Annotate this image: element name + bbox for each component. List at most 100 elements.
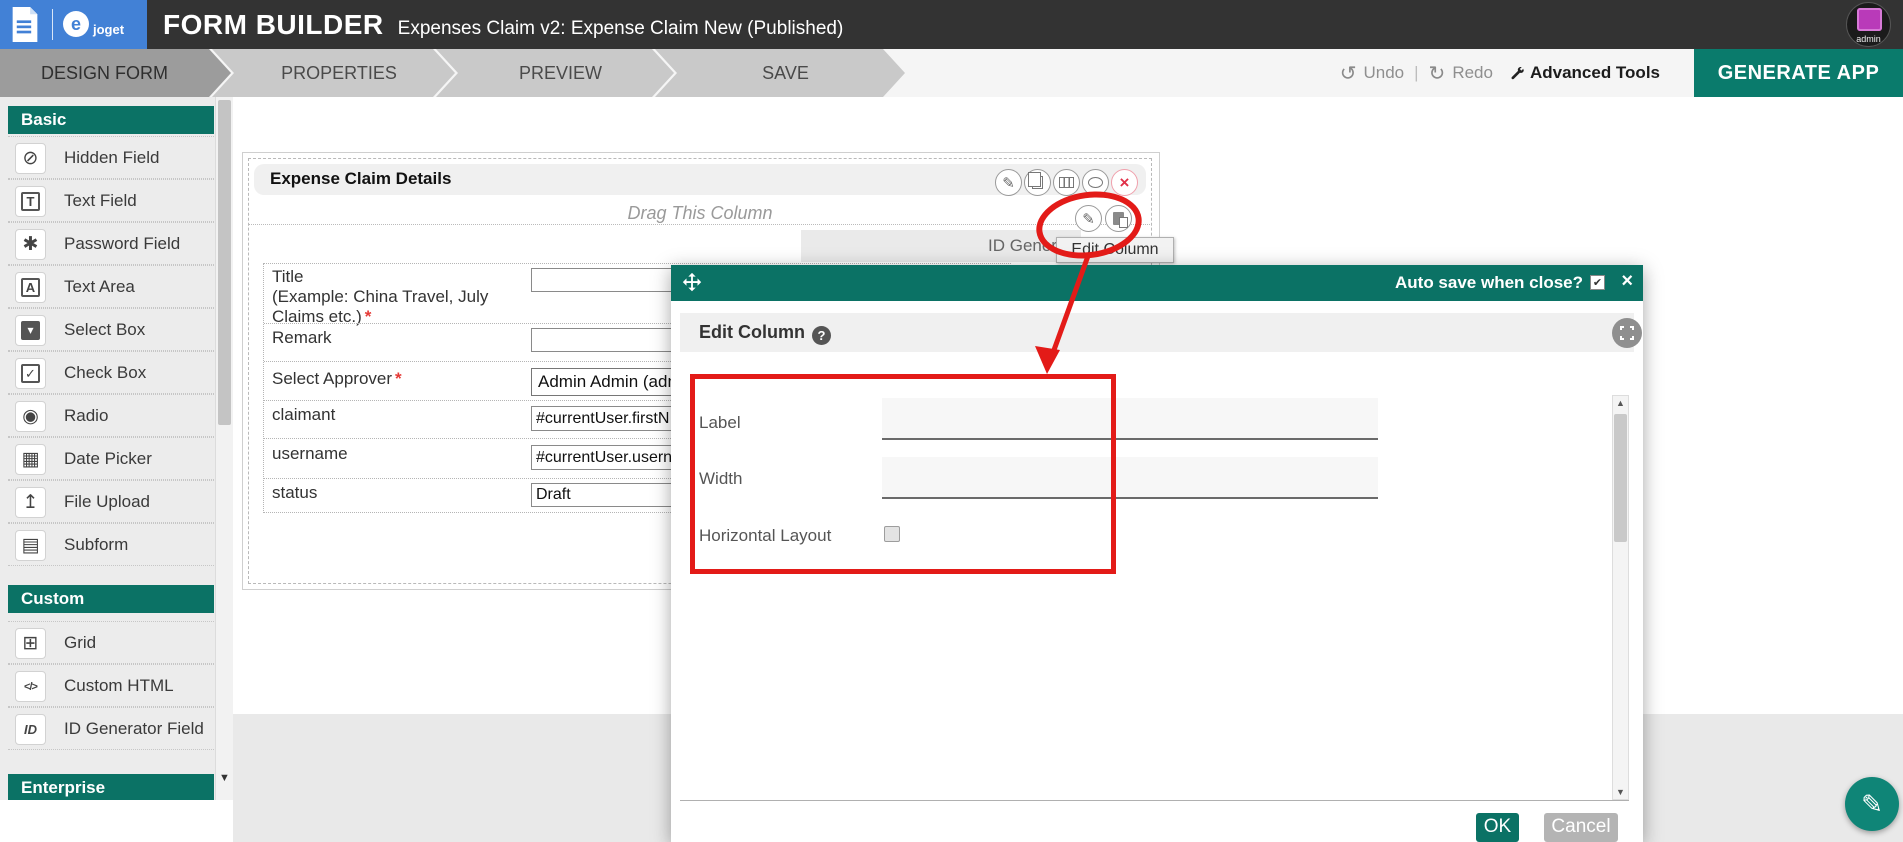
palette-item-radio[interactable]: ◉ Radio [8, 394, 214, 437]
pencil-icon: ✎ [1861, 789, 1883, 820]
builder-tab-bar: DESIGN FORM PROPERTIES PREVIEW SAVE ↺ Un… [0, 49, 1903, 97]
section-columns-icon[interactable] [1053, 169, 1080, 196]
palette-sidebar: Basic ⊘ Hidden Field T Text Field ✱ Pass… [0, 97, 233, 800]
column-paste-icon[interactable] [1105, 205, 1132, 232]
palette-item-custom-html[interactable]: </> Custom HTML [8, 664, 214, 707]
asterisk-icon: ✱ [15, 229, 46, 260]
form-title: Expense Claim Details [270, 169, 451, 189]
document-icon [10, 7, 40, 42]
move-icon[interactable] [681, 272, 703, 294]
radio-icon: ◉ [15, 401, 46, 432]
sidebar-bottom-gap [0, 800, 233, 842]
dialog-close-icon[interactable]: × [1621, 270, 1633, 293]
toolbar-separator: | [1414, 63, 1418, 83]
floating-edit-button[interactable]: ✎ [1845, 777, 1899, 831]
column-edit-icon[interactable]: ✎ [1075, 205, 1102, 232]
required-marker: * [395, 369, 402, 388]
field-sublabel: (Example: China Travel, July Claims etc.… [272, 287, 488, 326]
generate-app-button[interactable]: GENERATE APP [1694, 49, 1903, 97]
logo-divider [52, 9, 53, 40]
dialog-title: Edit Column? [699, 322, 831, 345]
field-label: Remark [272, 328, 332, 347]
tab-save[interactable]: SAVE [655, 49, 905, 97]
header-titles: FORM BUILDER Expenses Claim v2: Expense … [163, 0, 843, 49]
dialog-body-divider [680, 800, 1629, 801]
form-builder-app: e joget FORM BUILDER Expenses Claim v2: … [0, 0, 1903, 842]
edit-column-tooltip: Edit Column [1056, 237, 1174, 263]
palette-item-date-picker[interactable]: ▦ Date Picker [8, 437, 214, 480]
field-label: Title [272, 267, 528, 287]
advanced-tools-button[interactable]: Advanced Tools [1510, 63, 1660, 83]
section-edit-icon[interactable]: ✎ [995, 169, 1022, 196]
width-field-input[interactable] [882, 457, 1378, 499]
code-icon: </> [15, 671, 46, 702]
dialog-section-bar: Edit Column? [680, 313, 1634, 352]
sidebar-scroll-down-icon[interactable]: ▼ [217, 769, 232, 787]
field-label: username [272, 444, 348, 463]
drag-column-hint[interactable]: Drag This Column [248, 203, 1152, 224]
sidebar-scrollbar-thumb[interactable] [218, 100, 231, 425]
palette-item-hidden-field[interactable]: ⊘ Hidden Field [8, 136, 214, 179]
undo-icon[interactable]: ↺ [1340, 61, 1357, 86]
sidebar-scrollbar[interactable]: ▼ [215, 97, 233, 800]
user-avatar[interactable]: admin [1846, 2, 1891, 47]
dialog-header[interactable]: Auto save when close? ✔ × [671, 265, 1643, 301]
dialog-scrollbar[interactable]: ▲ ▼ [1612, 395, 1629, 800]
redo-button[interactable]: Redo [1452, 63, 1493, 83]
label-field-input[interactable] [882, 398, 1378, 440]
page-title: FORM BUILDER [163, 0, 384, 49]
dropdown-icon: ▾ [15, 315, 46, 346]
form-subtitle: Expenses Claim v2: Expense Claim New (Pu… [398, 18, 844, 40]
redo-icon[interactable]: ↻ [1429, 61, 1446, 86]
palette-item-password-field[interactable]: ✱ Password Field [8, 222, 214, 265]
palette-item-id-generator[interactable]: ID ID Generator Field [8, 707, 214, 750]
joget-logo-block[interactable]: e joget [0, 0, 147, 49]
palette-item-file-upload[interactable]: ↥ File Upload [8, 480, 214, 523]
horizontal-layout-label: Horizontal Layout [699, 526, 831, 546]
dialog-scrollbar-thumb[interactable] [1614, 414, 1627, 542]
scroll-up-icon[interactable]: ▲ [1613, 398, 1628, 408]
tab-design-form[interactable]: DESIGN FORM [0, 49, 231, 97]
ok-button[interactable]: OK [1476, 813, 1519, 842]
wrench-icon [1510, 66, 1525, 81]
joget-logo-text: joget [93, 22, 124, 37]
tab-properties[interactable]: PROPERTIES [212, 49, 455, 97]
palette-item-text-field[interactable]: T Text Field [8, 179, 214, 222]
edit-column-dialog: Auto save when close? ✔ × Edit Column? L… [671, 265, 1643, 842]
palette-item-select-box[interactable]: ▾ Select Box [8, 308, 214, 351]
text-field-icon: T [15, 186, 46, 217]
palette-item-check-box[interactable]: ✓ Check Box [8, 351, 214, 394]
undo-button[interactable]: Undo [1363, 63, 1404, 83]
text-area-icon: A [15, 272, 46, 303]
field-label: Select Approver [272, 369, 392, 388]
palette-item-text-area[interactable]: A Text Area [8, 265, 214, 308]
horizontal-layout-checkbox[interactable] [884, 526, 900, 542]
field-label: status [272, 483, 317, 502]
help-icon[interactable]: ? [812, 326, 831, 345]
palette-item-subform[interactable]: ▤ Subform [8, 523, 214, 566]
section-comment-icon[interactable] [1082, 169, 1109, 196]
palette-item-grid[interactable]: ⊞ Grid [8, 621, 214, 664]
calendar-icon: ▦ [15, 444, 46, 475]
section-copy-icon[interactable] [1024, 169, 1051, 196]
upload-icon: ↥ [15, 487, 46, 518]
palette-section-basic[interactable]: Basic [8, 106, 214, 134]
checkbox-icon: ✓ [15, 358, 46, 389]
palette-section-enterprise[interactable]: Enterprise [8, 774, 214, 800]
top-header-bar: e joget FORM BUILDER Expenses Claim v2: … [0, 0, 1903, 49]
palette-section-custom[interactable]: Custom [8, 585, 214, 613]
section-delete-icon[interactable]: × [1111, 169, 1138, 196]
subform-icon: ▤ [15, 530, 46, 561]
field-label: claimant [272, 405, 335, 424]
avatar-username: admin [1847, 34, 1890, 44]
column-separator [248, 224, 1152, 225]
label-field-label: Label [699, 413, 741, 433]
scroll-down-icon[interactable]: ▼ [1613, 787, 1628, 797]
autosave-checkbox[interactable]: ✔ [1590, 275, 1605, 290]
joget-logo-icon: e [63, 11, 89, 37]
eye-slash-icon: ⊘ [15, 143, 46, 174]
tab-preview[interactable]: PREVIEW [436, 49, 674, 97]
expand-dialog-button[interactable] [1612, 318, 1642, 348]
cancel-button[interactable]: Cancel [1544, 813, 1618, 842]
width-field-label: Width [699, 469, 742, 489]
